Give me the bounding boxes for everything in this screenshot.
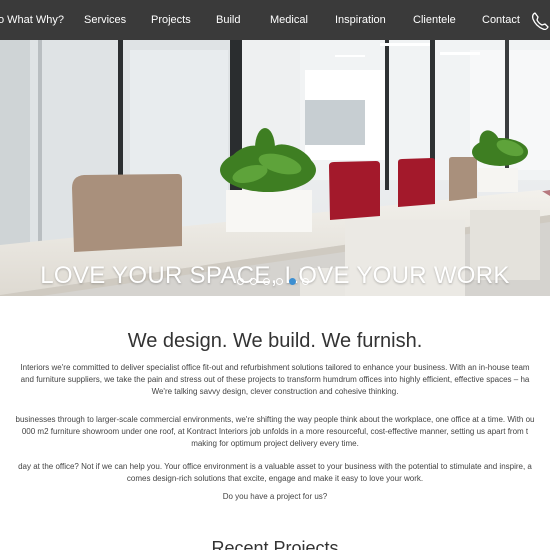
- text-line: We're talking savvy design, clever const…: [151, 387, 399, 396]
- nav-item-clientele[interactable]: Clientele: [413, 0, 456, 40]
- nav-item-medical[interactable]: Medical: [270, 0, 308, 40]
- slider-dot-2[interactable]: [250, 278, 257, 285]
- text-line: Interiors we're committed to deliver spe…: [20, 363, 530, 372]
- slider-dot-6[interactable]: [302, 278, 309, 285]
- phone-icon[interactable]: [530, 11, 550, 31]
- text-line: day at the office? Not if we can help yo…: [18, 462, 532, 471]
- slider-dot-1[interactable]: [237, 278, 244, 285]
- hero-caption: LOVE YOUR SPACE, LOVE YOUR WORK: [40, 262, 510, 289]
- nav-item-services[interactable]: Services: [84, 0, 126, 40]
- intro-question: Do you have a project for us?: [222, 492, 328, 501]
- main-nav: o What Why? Services Projects Build Medi…: [0, 0, 550, 40]
- intro-paragraph-3: day at the office? Not if we can help yo…: [0, 461, 550, 485]
- nav-item-inspiration[interactable]: Inspiration: [335, 0, 386, 40]
- text-line: comes design-rich solutions that excite,…: [126, 474, 424, 483]
- office-photo: [0, 40, 550, 296]
- nav-item-build[interactable]: Build: [216, 0, 240, 40]
- nav-item-what-why[interactable]: o What Why?: [0, 0, 64, 40]
- text-line: businesses through to larger-scale comme…: [15, 415, 535, 424]
- nav-item-projects[interactable]: Projects: [151, 0, 191, 40]
- text-line: making for optimum project delivery ever…: [191, 439, 359, 448]
- text-line: 000 m2 furniture showroom under one roof…: [21, 427, 529, 436]
- slider-dot-3[interactable]: [263, 278, 270, 285]
- slider-dot-4[interactable]: [276, 278, 283, 285]
- text-line: and furniture suppliers, we take the pai…: [20, 375, 530, 384]
- intro-paragraph-1: Interiors we're committed to deliver spe…: [0, 362, 550, 398]
- slider-dot-5[interactable]: [289, 278, 296, 285]
- intro-heading: We design. We build. We furnish.: [127, 330, 423, 352]
- recent-projects-heading: Recent Projects: [211, 538, 339, 550]
- nav-item-contact[interactable]: Contact: [482, 0, 520, 40]
- intro-paragraph-2: businesses through to larger-scale comme…: [0, 414, 550, 450]
- hero-slider: LOVE YOUR SPACE, LOVE YOUR WORK: [0, 40, 550, 296]
